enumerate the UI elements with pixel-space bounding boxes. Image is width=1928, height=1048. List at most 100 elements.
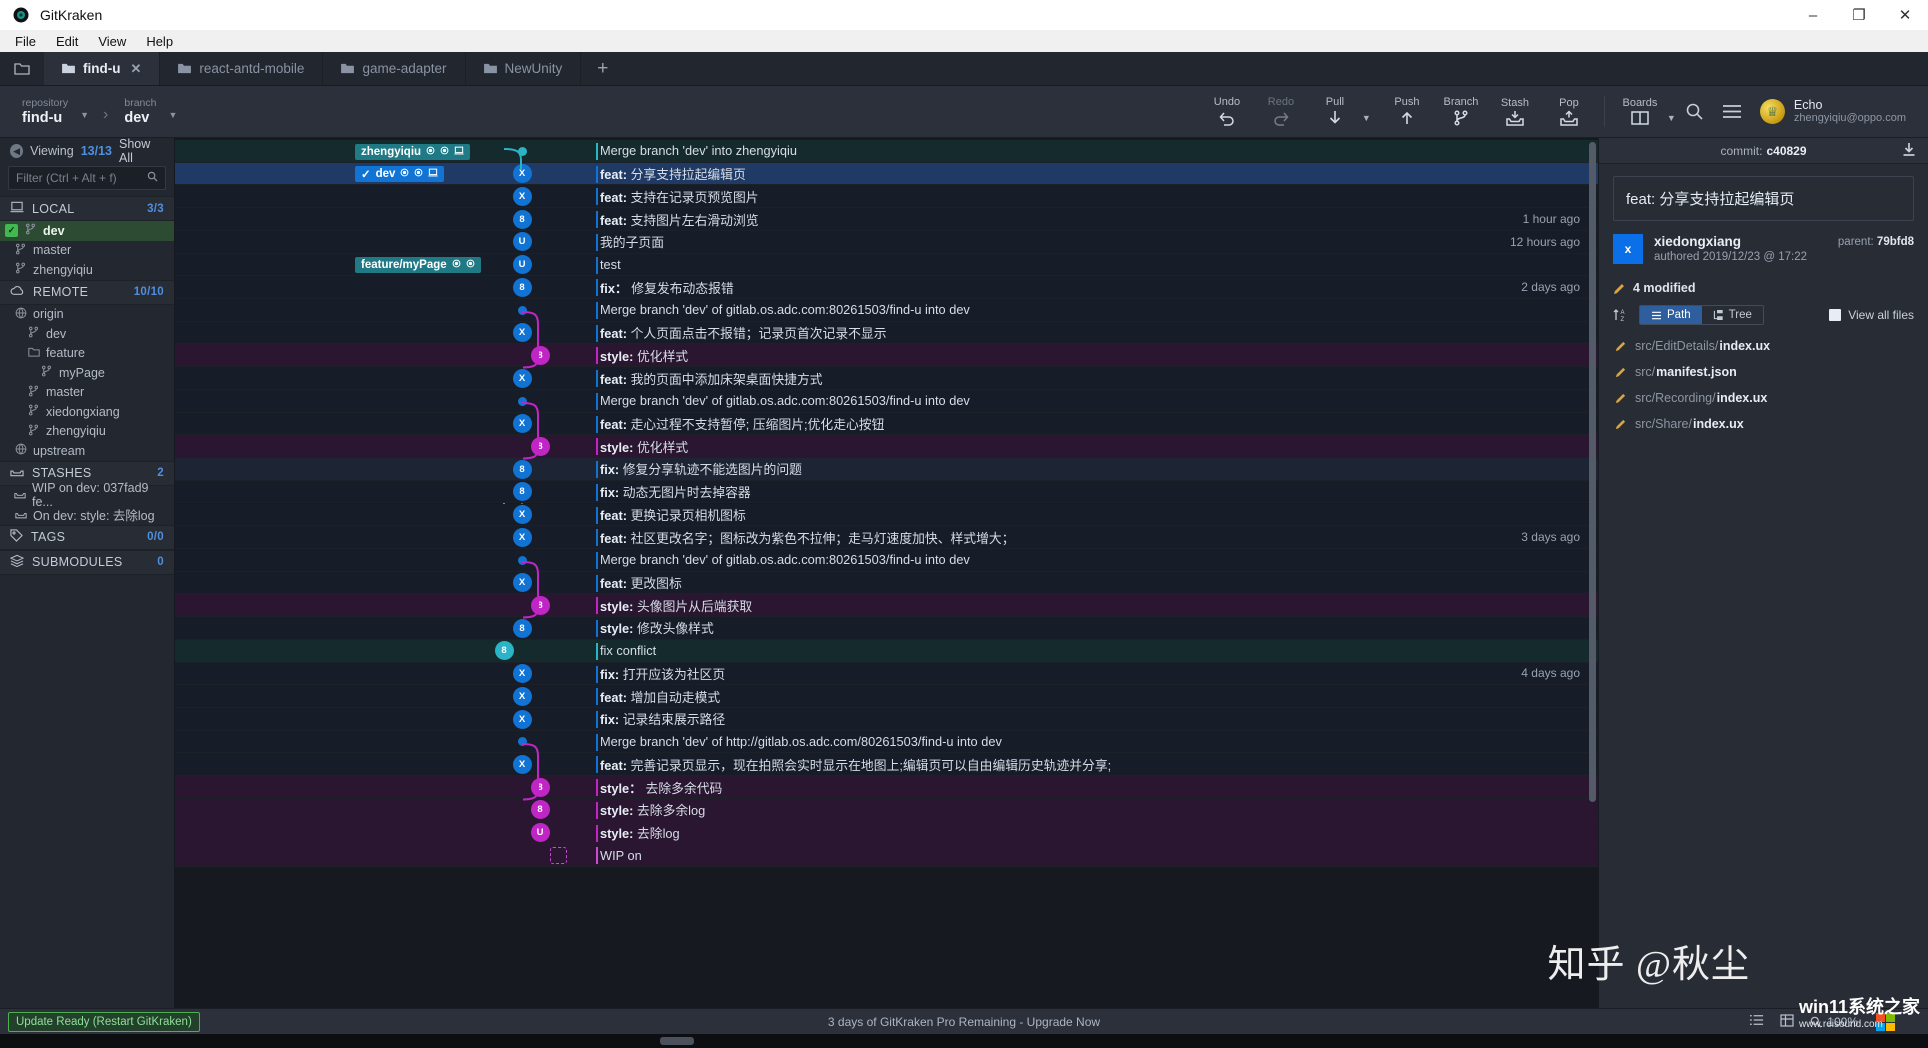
commit-node-avatar[interactable]: X bbox=[512, 187, 532, 207]
commit-node-avatar[interactable]: U bbox=[512, 232, 532, 252]
commit-row[interactable]: feat: 更换记录页相机图标 bbox=[175, 503, 1598, 527]
commit-row[interactable]: Merge branch 'dev' of gitlab.os.adc.com:… bbox=[175, 299, 1598, 322]
commit-row[interactable]: style： 去除多余代码 bbox=[175, 776, 1598, 799]
commit-row[interactable]: style: 优化样式 bbox=[175, 344, 1598, 368]
repository-caret-icon[interactable]: ▼ bbox=[80, 110, 89, 120]
sidebar-item-dev[interactable]: ✓ dev bbox=[0, 221, 174, 241]
commit-row[interactable]: fix conflict bbox=[175, 639, 1598, 663]
redo-button[interactable]: Redo bbox=[1254, 86, 1308, 137]
view-all-files-toggle[interactable]: View all files bbox=[1829, 308, 1914, 322]
commit-row[interactable]: 我的子页面 12 hours ago bbox=[175, 230, 1598, 254]
tab-close-icon[interactable]: ✕ bbox=[130, 61, 141, 77]
changed-file-row[interactable]: src/Recording/index.ux bbox=[1599, 385, 1928, 411]
commit-graph[interactable]: Merge branch 'dev' into zhengyiqiu feat: … bbox=[175, 138, 1598, 1008]
sidebar-item-dev[interactable]: dev bbox=[0, 324, 174, 344]
commit-row[interactable]: Merge branch 'dev' of http://gitlab.os.a… bbox=[175, 730, 1598, 754]
pro-remaining-message[interactable]: 3 days of GitKraken Pro Remaining - Upgr… bbox=[0, 1015, 1928, 1029]
changed-file-row[interactable]: src/manifest.json bbox=[1599, 359, 1928, 385]
menu-edit[interactable]: Edit bbox=[47, 32, 87, 51]
commit-node-avatar[interactable]: 8 bbox=[512, 618, 532, 638]
sidebar-item-master[interactable]: master bbox=[0, 241, 174, 261]
commit-node-avatar[interactable]: X bbox=[512, 527, 532, 547]
commit-row[interactable]: fix: 修复分享轨迹不能选图片的问题 bbox=[175, 458, 1598, 481]
commit-row[interactable]: feat: 社区更改名字；图标改为紫色不拉伸；走马灯速度加快、样式增大； 3 da… bbox=[175, 526, 1598, 549]
commit-row[interactable]: style: 去除多余log bbox=[175, 798, 1598, 822]
filter-search-icon[interactable] bbox=[147, 171, 158, 185]
wip-node[interactable] bbox=[549, 846, 567, 864]
sidebar-item-on-dev-style-log[interactable]: On dev: style: 去除log bbox=[0, 505, 174, 525]
commit-node-avatar[interactable]: 8 bbox=[512, 209, 532, 229]
commit-row[interactable]: feat: 支持在记录页预览图片 bbox=[175, 185, 1598, 209]
view-all-files-checkbox[interactable] bbox=[1829, 309, 1842, 321]
commit-row[interactable]: fix： 修复发布动态报错 2 days ago bbox=[175, 276, 1598, 299]
branch-ref-chip[interactable]: zhengyiqiu bbox=[355, 143, 471, 160]
branch-button[interactable]: Branch bbox=[1434, 86, 1488, 137]
undo-button[interactable]: Undo bbox=[1200, 86, 1254, 137]
commit-row[interactable]: fix: 打开应该为社区页 4 days ago bbox=[175, 662, 1598, 686]
tab-newunity[interactable]: NewUnity bbox=[466, 52, 582, 85]
commit-node-avatar[interactable]: 8 bbox=[494, 641, 514, 661]
hamburger-menu-icon[interactable] bbox=[1722, 104, 1742, 119]
commit-node-avatar[interactable]: 8 bbox=[530, 800, 550, 820]
branch-caret-icon[interactable]: ▼ bbox=[168, 110, 177, 120]
commit-row[interactable]: feat: 完善记录页显示，现在拍照会实时显示在地图上;编辑页可以自由编辑历史轨… bbox=[175, 753, 1598, 777]
commit-node-avatar[interactable]: X bbox=[512, 686, 532, 706]
view-path-button[interactable]: Path bbox=[1640, 306, 1702, 324]
pull-button[interactable]: Pull bbox=[1308, 86, 1362, 137]
menu-help[interactable]: Help bbox=[137, 32, 182, 51]
branch-ref-chip[interactable]: feature/myPage bbox=[355, 257, 481, 274]
stash-button[interactable]: Stash bbox=[1488, 86, 1542, 137]
graph-vertical-scrollbar[interactable] bbox=[1589, 142, 1596, 802]
sidebar-section-submodules[interactable]: SUBMODULES 0 bbox=[0, 549, 174, 575]
grid-view-icon[interactable] bbox=[1780, 1013, 1794, 1030]
commit-row[interactable]: feat: 走心过程不支持暂停; 压缩图片;优化走心按钮 bbox=[175, 412, 1598, 436]
commit-row[interactable]: feat: 更改图标 bbox=[175, 571, 1598, 595]
sidebar-item-zhengyiqiu[interactable]: zhengyiqiu bbox=[0, 422, 174, 442]
tab-game-adapter[interactable]: game-adapter bbox=[323, 52, 466, 85]
download-patch-icon[interactable] bbox=[1902, 142, 1916, 160]
commit-row[interactable]: Merge branch 'dev' of gitlab.os.adc.com:… bbox=[175, 389, 1598, 413]
pull-dropdown-caret-icon[interactable]: ▼ bbox=[1362, 86, 1380, 137]
new-tab-button[interactable]: + bbox=[581, 52, 624, 85]
commit-row[interactable]: feat: 个人页面点击不报错；记录页首次记录不显示 bbox=[175, 321, 1598, 345]
menu-file[interactable]: File bbox=[6, 32, 45, 51]
commit-node-avatar[interactable]: 8 bbox=[512, 459, 532, 479]
commit-row[interactable]: fix: 记录结束展示路径 bbox=[175, 708, 1598, 731]
commit-node-avatar[interactable]: U bbox=[530, 823, 550, 843]
commit-row[interactable]: style: 优化样式 bbox=[175, 435, 1598, 459]
commit-node-avatar[interactable]: X bbox=[512, 368, 532, 388]
sidebar-item-upstream[interactable]: upstream bbox=[0, 441, 174, 461]
changed-file-row[interactable]: src/Share/index.ux bbox=[1599, 411, 1928, 437]
commit-row[interactable]: WIP on bbox=[175, 844, 1598, 867]
boards-dropdown-caret-icon[interactable]: ▼ bbox=[1667, 86, 1685, 137]
sidebar-item-zhengyiqiu[interactable]: zhengyiqiu bbox=[0, 260, 174, 280]
commit-node-avatar[interactable]: X bbox=[512, 709, 532, 729]
sidebar-item-master[interactable]: master bbox=[0, 383, 174, 403]
commit-row[interactable]: feat: 增加自动走模式 bbox=[175, 685, 1598, 708]
update-ready-button[interactable]: Update Ready (Restart GitKraken) bbox=[8, 1011, 200, 1032]
commit-row[interactable]: style: 修改头像样式 bbox=[175, 617, 1598, 640]
commit-row[interactable]: style: 头像图片从后端获取 bbox=[175, 594, 1598, 618]
commit-node-avatar[interactable]: X bbox=[512, 664, 532, 684]
filter-input[interactable]: Filter (Ctrl + Alt + f) bbox=[8, 166, 166, 190]
changed-file-row[interactable]: src/EditDetails/index.ux bbox=[1599, 333, 1928, 359]
sidebar-section-remote[interactable]: REMOTE 10/10 bbox=[0, 279, 174, 305]
open-folder-icon[interactable] bbox=[0, 52, 44, 85]
sidebar-section-tags[interactable]: TAGS 0/0 bbox=[0, 524, 174, 550]
tab-react-antd-mobile[interactable]: react-antd-mobile bbox=[160, 52, 324, 85]
sidebar-item-feature[interactable]: feature bbox=[0, 344, 174, 364]
tab-find-u[interactable]: find-u ✕ bbox=[44, 52, 161, 85]
repository-selector[interactable]: repository find-u bbox=[22, 97, 68, 126]
commit-row[interactable]: feat: 支持图片左右滑动浏览 1 hour ago bbox=[175, 208, 1598, 231]
back-icon[interactable]: ◀ bbox=[10, 144, 24, 158]
boards-button[interactable]: Boards bbox=[1613, 86, 1667, 137]
user-account[interactable]: ♕ Echo zhengyiqiu@oppo.com bbox=[1759, 98, 1906, 125]
commit-row[interactable]: fix: 动态无图片时去掉容器 bbox=[175, 480, 1598, 504]
horizontal-scrollbar[interactable] bbox=[660, 1037, 694, 1045]
list-view-icon[interactable] bbox=[1749, 1014, 1764, 1029]
sidebar-item-xiedongxiang[interactable]: xiedongxiang bbox=[0, 402, 174, 422]
branch-selector[interactable]: branch dev bbox=[124, 97, 156, 126]
commit-row[interactable]: Merge branch 'dev' of gitlab.os.adc.com:… bbox=[175, 548, 1598, 572]
view-tree-button[interactable]: Tree bbox=[1702, 306, 1763, 324]
commit-node-avatar[interactable]: U bbox=[512, 255, 532, 275]
